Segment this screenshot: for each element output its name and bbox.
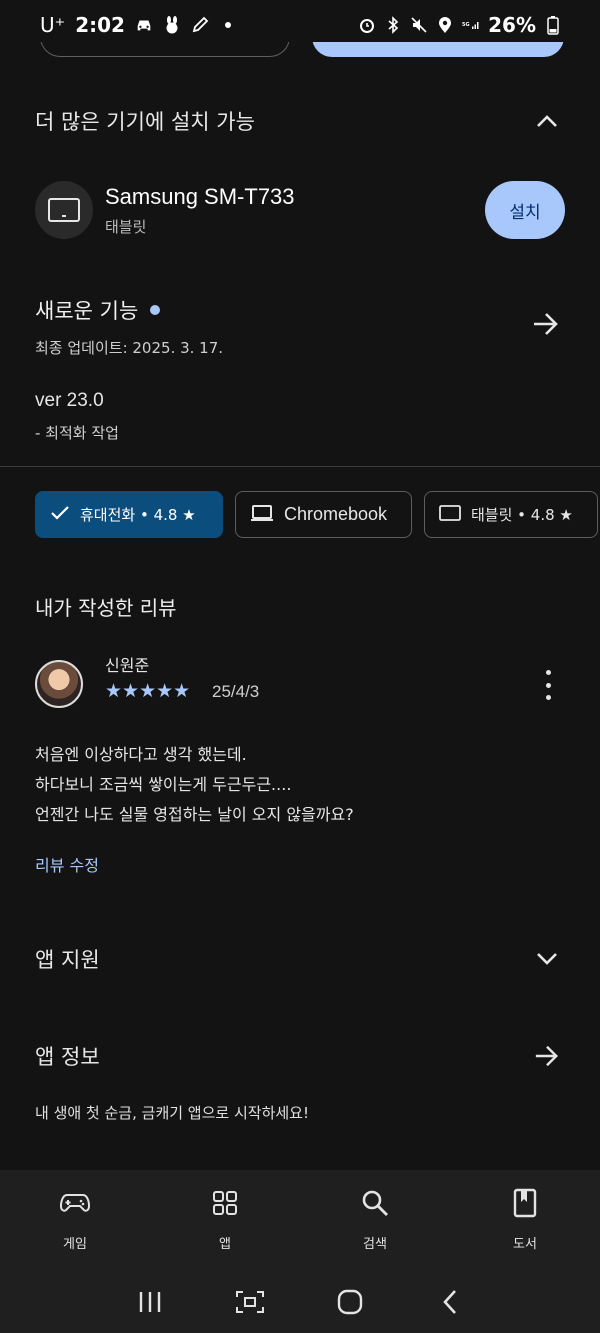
5g-signal-icon: 5G	[462, 16, 480, 34]
nav-search[interactable]: 검색	[300, 1170, 450, 1270]
tablet-icon	[439, 504, 461, 525]
reviewer-name: 신원준	[105, 656, 150, 675]
nav-label: 앱	[219, 1237, 231, 1252]
gamepad-icon	[59, 1187, 91, 1219]
chevron-down-icon[interactable]	[534, 946, 560, 972]
avatar	[35, 660, 83, 708]
app-info-title: 앱 정보	[35, 1045, 100, 1069]
book-icon	[509, 1187, 541, 1219]
whats-new-title: 새로운 기능	[35, 299, 139, 323]
chip-label: Chromebook	[284, 504, 388, 524]
release-note: - 최적화 작업	[35, 424, 119, 442]
laptop-icon	[250, 504, 274, 526]
app-info-description: 내 생애 첫 순금, 금캐기 앱으로 시작하세요!	[35, 1104, 309, 1122]
chip-tablet[interactable]: 태블릿 • 4.8 ★	[424, 491, 598, 538]
home-button[interactable]	[330, 1282, 370, 1322]
car-icon	[135, 16, 153, 34]
app-support-header[interactable]: 앱 지원	[35, 944, 560, 974]
review-line: 처음엔 이상하다고 생각 했는데.	[35, 745, 247, 764]
notification-dot-icon	[219, 16, 237, 34]
whats-new-section[interactable]: 새로운 기능 최종 업데이트: 2025. 3. 17. ver 23.0 - …	[35, 295, 560, 443]
more-devices-title: 더 많은 기기에 설치 가능	[35, 110, 255, 134]
new-indicator-dot	[150, 305, 161, 315]
more-options-icon[interactable]	[536, 670, 560, 700]
install-button[interactable]: 설치	[485, 181, 565, 239]
svg-text:5G: 5G	[462, 22, 470, 28]
chip-chromebook[interactable]: Chromebook	[235, 491, 412, 538]
back-button[interactable]	[430, 1282, 470, 1322]
battery-icon	[544, 16, 562, 35]
my-review-title: 내가 작성한 리뷰	[35, 596, 177, 620]
last-updated: 최종 업데이트: 2025. 3. 17.	[35, 339, 224, 357]
tablet-icon	[35, 181, 93, 239]
pencil-icon	[191, 16, 209, 34]
review-body: 처음엔 이상하다고 생각 했는데. 하다보니 조금씩 쌓이는게 두근두근....…	[35, 740, 570, 830]
nav-label: 게임	[63, 1237, 87, 1252]
nav-apps[interactable]: 앱	[150, 1170, 300, 1270]
chip-phone[interactable]: 휴대전화 • 4.8 ★	[35, 491, 223, 538]
review-line: 언젠간 나도 실물 영접하는 날이 오지 않을까요?	[35, 805, 354, 824]
screen-capture-button[interactable]	[230, 1282, 270, 1322]
device-type: 태블릿	[105, 217, 147, 236]
rabbit-icon	[163, 16, 181, 34]
clock: 2:02	[75, 13, 125, 37]
apps-grid-icon	[209, 1187, 241, 1219]
chevron-up-icon[interactable]	[534, 108, 560, 134]
device-filter-chips: 휴대전화 • 4.8 ★ Chromebook 태블릿 • 4.8 ★	[35, 491, 598, 538]
arrow-right-icon[interactable]	[534, 1043, 560, 1069]
device-row: Samsung SM-T733 태블릿 설치	[35, 180, 565, 240]
location-icon	[436, 16, 454, 34]
app-support-title: 앱 지원	[35, 948, 100, 972]
nav-label: 검색	[363, 1237, 387, 1252]
mute-icon	[410, 16, 428, 34]
search-icon	[359, 1187, 391, 1219]
chip-label: 태블릿 • 4.8 ★	[471, 506, 573, 524]
section-divider	[0, 466, 600, 467]
edit-review-link[interactable]: 리뷰 수정	[35, 852, 99, 876]
bottom-navigation: 게임 앱 검색 도서	[0, 1170, 600, 1270]
review-date: 25/4/3	[212, 682, 260, 701]
chip-label: 휴대전화 • 4.8 ★	[80, 506, 196, 524]
nav-books[interactable]: 도서	[450, 1170, 600, 1270]
check-icon	[50, 505, 70, 525]
recent-apps-button[interactable]	[130, 1282, 170, 1322]
star-rating: ★★★★★	[105, 680, 191, 702]
system-navigation-bar	[0, 1270, 600, 1333]
arrow-right-icon[interactable]	[532, 311, 560, 341]
nav-label: 도서	[513, 1237, 537, 1252]
battery-percent: 26%	[488, 13, 536, 37]
nav-games[interactable]: 게임	[0, 1170, 150, 1270]
carrier-label: U⁺	[40, 13, 66, 37]
review-header: 신원준 ★★★★★ 25/4/3	[35, 652, 560, 712]
version-text: ver 23.0	[35, 390, 104, 411]
status-bar: U⁺ 2:02 5G 26%	[0, 0, 600, 50]
alarm-icon	[358, 16, 376, 34]
review-line: 하다보니 조금씩 쌓이는게 두근두근....	[35, 775, 292, 794]
app-info-header[interactable]: 앱 정보	[35, 1041, 560, 1071]
more-devices-header[interactable]: 더 많은 기기에 설치 가능	[35, 106, 560, 136]
device-name: Samsung SM-T733	[105, 183, 295, 209]
bluetooth-icon	[384, 16, 402, 34]
